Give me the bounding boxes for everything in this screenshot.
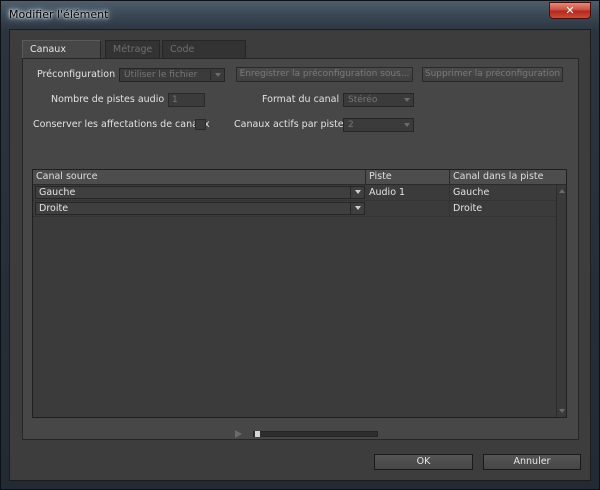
delete-preset-button[interactable]: Supprimer la préconfiguration bbox=[422, 67, 563, 82]
source-channel-dropdown[interactable]: Droite bbox=[35, 202, 365, 215]
column-header-track-channel[interactable]: Canal dans la piste bbox=[450, 170, 566, 184]
source-channel-value: Gauche bbox=[39, 187, 76, 198]
cancel-button[interactable]: Annuler bbox=[483, 454, 581, 470]
track-count-label: Nombre de pistes audio : bbox=[51, 94, 171, 105]
preset-label: Préconfiguration : bbox=[37, 69, 122, 80]
track-count-field[interactable]: 1 bbox=[168, 93, 205, 107]
save-preset-button[interactable]: Enregistrer la préconfiguration sous... bbox=[236, 67, 413, 82]
track-cell: Audio 1 bbox=[366, 185, 450, 200]
track-channel-cell: Droite bbox=[453, 203, 483, 214]
vertical-scrollbar[interactable] bbox=[556, 185, 566, 417]
table-row[interactable]: Droite Droite bbox=[33, 201, 556, 217]
preset-value: Utiliser le fichier bbox=[124, 70, 198, 80]
table-row[interactable]: Gauche Audio 1 Gauche bbox=[33, 185, 556, 201]
chevron-down-icon bbox=[215, 73, 221, 77]
preserve-assignments-label: Conserver les affectations de canaux bbox=[33, 119, 210, 130]
preserve-assignments-checkbox[interactable] bbox=[195, 119, 206, 130]
close-button[interactable]: ✕ bbox=[549, 2, 591, 19]
dialog-window: Modifier l'élément ✕ Canaux audio Métrag… bbox=[0, 0, 600, 490]
active-channels-value: 2 bbox=[348, 120, 354, 130]
track-cell bbox=[366, 201, 450, 216]
chevron-down-icon bbox=[355, 190, 361, 194]
channel-format-label: Format du canal : bbox=[262, 94, 346, 105]
title-bar[interactable]: Modifier l'élément ✕ bbox=[1, 1, 599, 29]
scroll-up-icon[interactable] bbox=[559, 189, 565, 193]
table-header: Canal source Piste Canal dans la piste bbox=[33, 170, 566, 185]
tab-canaux-audio[interactable]: Canaux audio bbox=[22, 40, 101, 72]
channel-format-value: Stéréo bbox=[348, 95, 378, 105]
window-title: Modifier l'élément bbox=[9, 8, 109, 21]
ok-button[interactable]: OK bbox=[374, 454, 473, 470]
close-icon: ✕ bbox=[565, 4, 575, 17]
dialog-body: Canaux audio Métrage Code temporel Préco… bbox=[9, 29, 591, 481]
source-channel-dropdown[interactable]: Gauche bbox=[35, 186, 365, 199]
audio-channels-panel: Préconfiguration : Utiliser le fichier E… bbox=[22, 58, 579, 440]
column-header-source[interactable]: Canal source bbox=[33, 170, 366, 184]
scrubber-thumb[interactable] bbox=[255, 431, 260, 437]
playback-scrubber[interactable] bbox=[253, 431, 378, 437]
tab-code-temporel[interactable]: Code temporel bbox=[162, 40, 246, 72]
column-header-track[interactable]: Piste bbox=[366, 170, 450, 184]
chevron-down-icon bbox=[355, 206, 361, 210]
channel-mapping-table: Canal source Piste Canal dans la piste G… bbox=[32, 169, 567, 418]
chevron-down-icon bbox=[404, 98, 410, 102]
tab-metrage[interactable]: Métrage bbox=[105, 40, 160, 58]
active-channels-dropdown[interactable]: 2 bbox=[343, 118, 414, 132]
play-icon[interactable] bbox=[235, 430, 242, 438]
active-channels-label: Canaux actifs par piste : bbox=[234, 119, 350, 130]
channel-format-dropdown[interactable]: Stéréo bbox=[343, 93, 414, 107]
source-channel-value: Droite bbox=[39, 203, 69, 214]
chevron-down-icon bbox=[404, 123, 410, 127]
preset-dropdown[interactable]: Utiliser le fichier bbox=[119, 68, 225, 82]
scroll-down-icon[interactable] bbox=[559, 409, 565, 413]
track-channel-cell: Gauche bbox=[453, 187, 490, 198]
